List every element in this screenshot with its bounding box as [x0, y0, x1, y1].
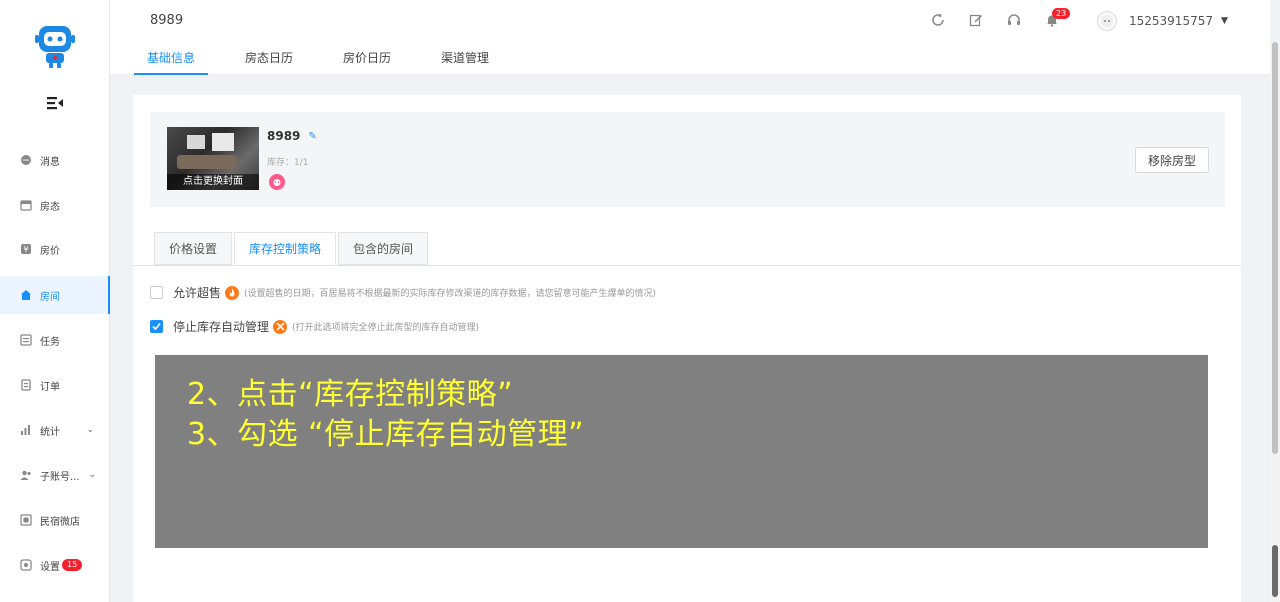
cover-caption: 点击更换封面	[167, 174, 259, 190]
sidebar-item-label: 设置	[40, 561, 60, 573]
sidebar-item-messages[interactable]: 消息	[0, 141, 110, 179]
users-icon	[20, 469, 32, 481]
price-tag-icon: ¥	[20, 243, 32, 255]
sidebar-item-label: 房间	[40, 291, 60, 303]
flame-icon	[225, 285, 240, 300]
order-icon	[20, 379, 32, 391]
page-title: 8989	[150, 13, 184, 28]
bell-icon[interactable]: 23	[1044, 8, 1071, 28]
instruction-overlay: 2、点击“库存控制策略” 3、勾选 “停止库存自动管理”	[155, 355, 1208, 548]
robot-logo-icon[interactable]	[33, 20, 77, 70]
toolbar-icons: 23	[930, 8, 1082, 28]
sidebar-item-label: 民宿微店	[40, 516, 80, 528]
pencil-icon[interactable]: ✎	[308, 131, 316, 142]
tools-icon	[273, 319, 288, 334]
channel-logo-icon	[269, 174, 285, 190]
tab-room-status-calendar[interactable]: 房态日历	[232, 44, 306, 75]
room-cover-image[interactable]: 点击更换封面	[167, 127, 259, 190]
strategy-subtabs: 价格设置 库存控制策略 包含的房间	[154, 232, 430, 265]
sidebar-item-settings[interactable]: 设置 15	[0, 546, 110, 584]
sidebar-item-micro-shop[interactable]: 民宿微店	[0, 501, 110, 539]
headset-icon[interactable]	[1006, 12, 1022, 28]
scrollbar[interactable]	[1270, 42, 1280, 602]
room-name: 8989 ✎	[267, 129, 317, 143]
tab-basic-info[interactable]: 基础信息	[134, 44, 209, 75]
sidebar-item-room-price[interactable]: ¥ 房价	[0, 230, 110, 268]
chevron-down-icon: ⌄	[88, 470, 96, 480]
sidebar-item-label: 消息	[40, 156, 60, 168]
sidebar-item-label: 房价	[40, 245, 60, 257]
task-list-icon	[20, 334, 32, 346]
sidebar-item-sub-accounts[interactable]: 子账号... ⌄	[0, 456, 110, 494]
oversell-hint: (设置超售的日期，百居易将不根据最新的实际库存修改渠道的库存数据，请您留意可能产…	[244, 289, 657, 299]
sidebar-item-rooms[interactable]: 房间	[0, 276, 110, 314]
tab-included-rooms[interactable]: 包含的房间	[338, 232, 429, 265]
sidebar-item-label: 统计	[40, 426, 60, 438]
instruction-step-3: 3、勾选 “停止库存自动管理”	[187, 417, 585, 452]
oversell-checkbox[interactable]	[150, 286, 163, 299]
room-stock: 库存：1/1	[267, 158, 309, 168]
avatar	[1097, 11, 1117, 31]
username: 15253915757	[1129, 14, 1213, 28]
sidebar-item-tasks[interactable]: 任务	[0, 321, 110, 359]
option-allow-oversell: 允许超售 (设置超售的日期，百居易将不根据最新的实际库存修改渠道的库存数据，请您…	[150, 284, 656, 301]
sidebar-item-label: 房态	[40, 201, 60, 213]
divider	[133, 265, 1241, 266]
tab-channel-management[interactable]: 渠道管理	[428, 44, 502, 75]
option-stop-auto-inventory: 停止库存自动管理 (打开此选项将完全停止此房型的库存自动管理)	[150, 318, 479, 335]
sidebar-item-orders[interactable]: 订单	[0, 366, 110, 404]
settings-icon	[20, 559, 32, 571]
caret-down-icon: ▼	[1220, 16, 1228, 26]
sidebar-item-label: 订单	[40, 381, 60, 393]
room-card: 点击更换封面 8989 ✎ 库存：1/1 移除房型 价格设置 库存控制策略 包含…	[133, 95, 1241, 602]
user-menu[interactable]: 15253915757 ▼	[1097, 11, 1228, 31]
home-icon	[20, 289, 32, 301]
bar-chart-icon	[20, 424, 32, 436]
notification-badge: 23	[1052, 8, 1071, 19]
edit-icon[interactable]	[968, 12, 984, 28]
message-icon	[20, 154, 32, 166]
room-header: 点击更换封面 8989 ✎ 库存：1/1 移除房型	[150, 112, 1225, 207]
scrollbar-track-thumb[interactable]	[1272, 42, 1278, 454]
stop-auto-inventory-hint: (打开此选项将完全停止此房型的库存自动管理)	[292, 323, 480, 333]
sidebar-item-label: 任务	[40, 336, 60, 348]
remove-room-type-button[interactable]: 移除房型	[1135, 147, 1209, 173]
settings-badge: 15	[62, 559, 83, 571]
stop-auto-inventory-label: 停止库存自动管理	[173, 320, 270, 334]
sidebar-item-label: 子账号...	[40, 471, 80, 483]
tab-room-price-calendar[interactable]: 房价日历	[330, 44, 404, 75]
instruction-step-2: 2、点击“库存控制策略”	[187, 377, 514, 412]
chevron-down-icon: ⌄	[86, 425, 94, 435]
scrollbar-thumb[interactable]	[1272, 545, 1278, 597]
shop-icon	[20, 514, 32, 526]
room-name-text: 8989	[267, 129, 301, 143]
sidebar-item-room-status[interactable]: 房态	[0, 186, 110, 224]
sidebar: 消息 房态 ¥ 房价 房间 任务 订单 统计 ⌄ 子账号... ⌄ 民宿微店 设…	[0, 0, 110, 602]
tab-inventory-strategy[interactable]: 库存控制策略	[234, 232, 337, 265]
top-bar: 8989 基础信息 房态日历 房价日历 渠道管理 23 15253915757 …	[110, 0, 1270, 75]
oversell-label: 允许超售	[173, 286, 222, 300]
stop-auto-inventory-checkbox[interactable]	[150, 320, 163, 333]
sidebar-item-statistics[interactable]: 统计 ⌄	[0, 411, 110, 449]
refresh-icon[interactable]	[930, 12, 946, 28]
tab-price-settings[interactable]: 价格设置	[154, 232, 233, 265]
svg-text:¥: ¥	[23, 245, 28, 254]
menu-collapse-icon[interactable]	[45, 95, 65, 111]
main-tabs: 基础信息 房态日历 房价日历 渠道管理	[134, 44, 526, 75]
calendar-icon	[20, 199, 32, 211]
